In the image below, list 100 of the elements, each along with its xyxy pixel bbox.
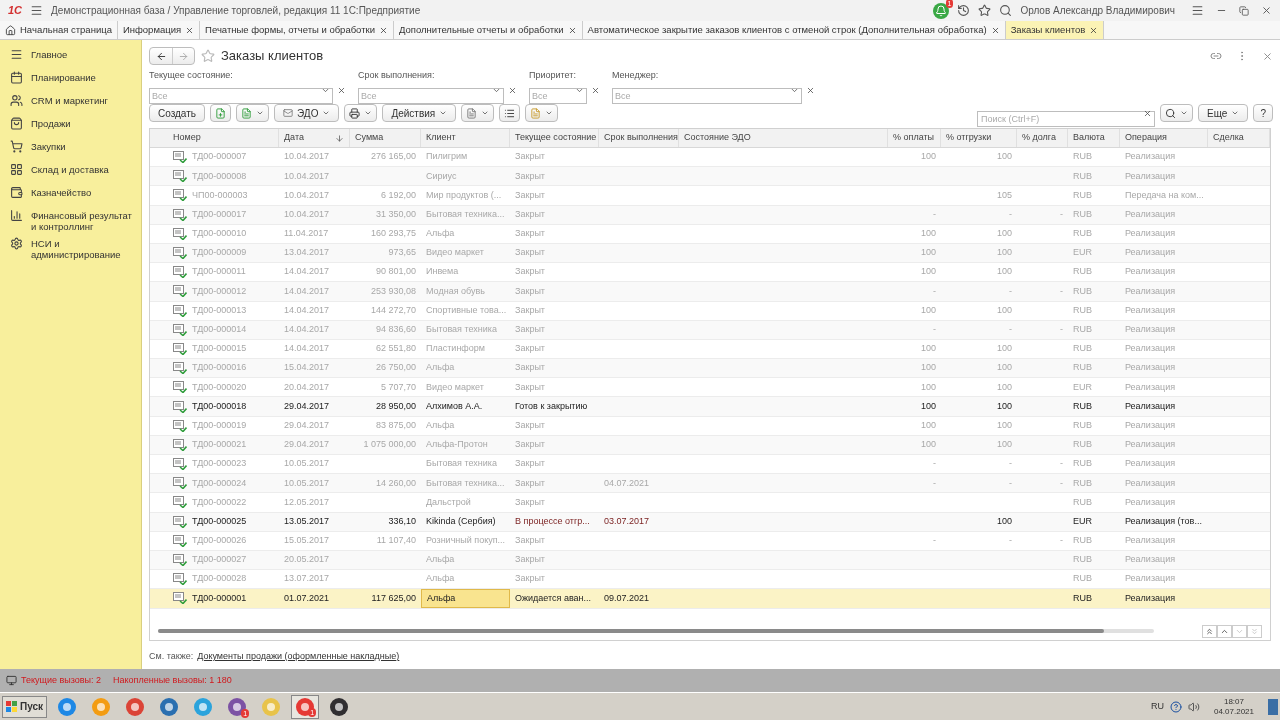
table-cell: 15.05.2017 (284, 534, 330, 548)
sidebar-item[interactable]: Закупки (31, 139, 133, 152)
close-icon[interactable] (379, 25, 388, 35)
printer-icon (349, 107, 361, 119)
first-page-button[interactable] (1202, 624, 1217, 638)
sidebar-item[interactable]: Продажи (31, 116, 133, 129)
table-cell-text: Реализация (1125, 169, 1176, 183)
search-icon[interactable] (999, 4, 1013, 17)
sidebar-item[interactable]: Склад и доставка (31, 162, 133, 175)
table-cell: ТД00-000021 (192, 438, 247, 452)
document-plus-icon (215, 107, 226, 119)
table-cell: 100 (996, 246, 1012, 260)
search-field[interactable]: Поиск (Ctrl+F) (977, 111, 1156, 127)
filter-field[interactable]: Все (529, 88, 587, 104)
sidebar-item[interactable]: Планирование (31, 70, 133, 83)
close-icon[interactable] (990, 25, 1000, 35)
show-desktop-button[interactable] (1268, 698, 1278, 715)
column-header[interactable]: Текущее состояние (510, 129, 599, 147)
search-button[interactable] (1160, 104, 1194, 122)
scrollbar[interactable] (158, 629, 1154, 633)
clear-icon[interactable] (1143, 109, 1153, 118)
close-icon[interactable] (1262, 50, 1273, 62)
help-button[interactable]: ? (1253, 104, 1273, 122)
filter-field[interactable]: Все (149, 88, 333, 104)
help-icon[interactable] (1169, 700, 1182, 713)
window-icon[interactable] (6, 675, 17, 686)
edo-button[interactable]: ЭДО (274, 104, 340, 122)
column-header[interactable]: Клиент (421, 129, 510, 147)
menu-icon[interactable] (1191, 4, 1204, 17)
documents-link[interactable]: Документы продажи (оформленные накладные) (197, 650, 400, 664)
tab[interactable]: Заказы клиентов (1005, 21, 1105, 39)
close-icon[interactable] (1089, 25, 1099, 35)
column-header[interactable]: Сделка (1208, 129, 1270, 147)
table-row[interactable]: ТД00-000025 13.05.2017 336,10 Kikinda (Сербия) В процессе отгр... 03.07.2017 100 EUR Реализация (тов... (150, 512, 1270, 532)
language-indicator[interactable]: RU (1150, 699, 1164, 714)
list-button[interactable] (499, 104, 521, 122)
table-cell-text: RUB (1073, 207, 1092, 221)
column-header[interactable]: Сумма (350, 129, 421, 147)
app-icon (329, 696, 350, 717)
table-cell: RUB (1073, 438, 1092, 452)
copy-button[interactable] (210, 104, 231, 122)
clear-icon[interactable] (337, 85, 346, 95)
sidebar-item[interactable]: Главное (31, 47, 133, 60)
column-header[interactable]: Номер (168, 129, 279, 147)
more-button[interactable]: Еще (1198, 104, 1249, 122)
clear-icon[interactable] (806, 85, 815, 95)
create-button[interactable]: Создать (149, 104, 205, 122)
column-header[interactable]: Валюта (1068, 129, 1120, 147)
close-icon[interactable] (1261, 5, 1272, 16)
table-cell: Реализация (1125, 246, 1176, 260)
sidebar-item[interactable]: НСИ и администрирование (31, 236, 133, 260)
dropdown-icon[interactable] (575, 86, 584, 95)
filter-field[interactable]: Все (612, 88, 802, 104)
table-cell-text: Реализация (1125, 207, 1176, 221)
close-icon[interactable] (567, 25, 577, 35)
table-cell-text: 14.04.2017 (284, 284, 330, 298)
column-header[interactable]: % отгрузки (941, 129, 1017, 147)
dropdown-icon[interactable] (492, 86, 501, 95)
star-icon[interactable] (978, 4, 992, 17)
column-header[interactable]: % оплаты (888, 129, 941, 147)
history-icon[interactable] (957, 4, 971, 17)
close-icon[interactable] (185, 25, 195, 35)
column-header[interactable]: Операция (1120, 129, 1208, 147)
document-icon (173, 362, 187, 375)
table-cell-text: 83 875,00 (375, 418, 416, 432)
star-icon[interactable] (201, 49, 215, 63)
actions-button[interactable]: Действия (382, 104, 457, 122)
create-based-button[interactable] (236, 104, 269, 122)
link-icon[interactable] (1210, 50, 1222, 62)
volume-icon[interactable] (1187, 700, 1200, 713)
table-cell: Закрыт (515, 150, 545, 164)
table-cell: 100 (920, 438, 936, 452)
menu-icon[interactable] (30, 4, 44, 17)
previous-page-button[interactable] (1217, 624, 1232, 638)
table-cell-text: Мир продуктов (... (426, 188, 502, 202)
table-cell: Реализация (1125, 323, 1176, 337)
document-icon (173, 285, 187, 298)
clear-icon[interactable] (591, 85, 600, 95)
table-cell: 15.04.2017 (284, 361, 330, 375)
filter-label: Текущее состояние: (149, 69, 234, 82)
column-header[interactable]: % долга (1017, 129, 1068, 147)
sidebar-item[interactable]: Финансовый результат и контроллинг (31, 208, 133, 232)
clear-icon[interactable] (508, 85, 517, 95)
column-header[interactable]: Состояние ЭДО (679, 129, 888, 147)
restore-icon[interactable] (1239, 5, 1249, 16)
table-cell-text: RUB (1073, 303, 1092, 317)
bell-icon[interactable] (933, 2, 950, 19)
user-name[interactable]: Орлов Александр Владимирович (1020, 3, 1175, 18)
print-button[interactable] (344, 104, 378, 122)
reports-button[interactable] (461, 104, 495, 122)
filter-field[interactable]: Все (358, 88, 504, 104)
dropdown-icon[interactable] (321, 86, 330, 95)
table-row[interactable]: ТД00-000001 01.07.2021 117 625,00 Альфа Ожидается аван... 09.07.2021 RUB Реализация (150, 589, 1270, 609)
dropdown-icon[interactable] (790, 86, 799, 95)
sidebar-item[interactable]: CRM и маркетинг (31, 93, 133, 106)
column-header[interactable]: Срок выполнения (599, 129, 679, 147)
table-row[interactable]: ТД00-000018 29.04.2017 28 950,00 Алхимов А.А. Готов к закрытию 100 100 RUB Реализация (150, 397, 1270, 417)
column-header[interactable]: Дата (279, 129, 350, 147)
start-button[interactable]: Пуск (2, 695, 48, 718)
sidebar-item[interactable]: Казначейство (31, 185, 133, 198)
